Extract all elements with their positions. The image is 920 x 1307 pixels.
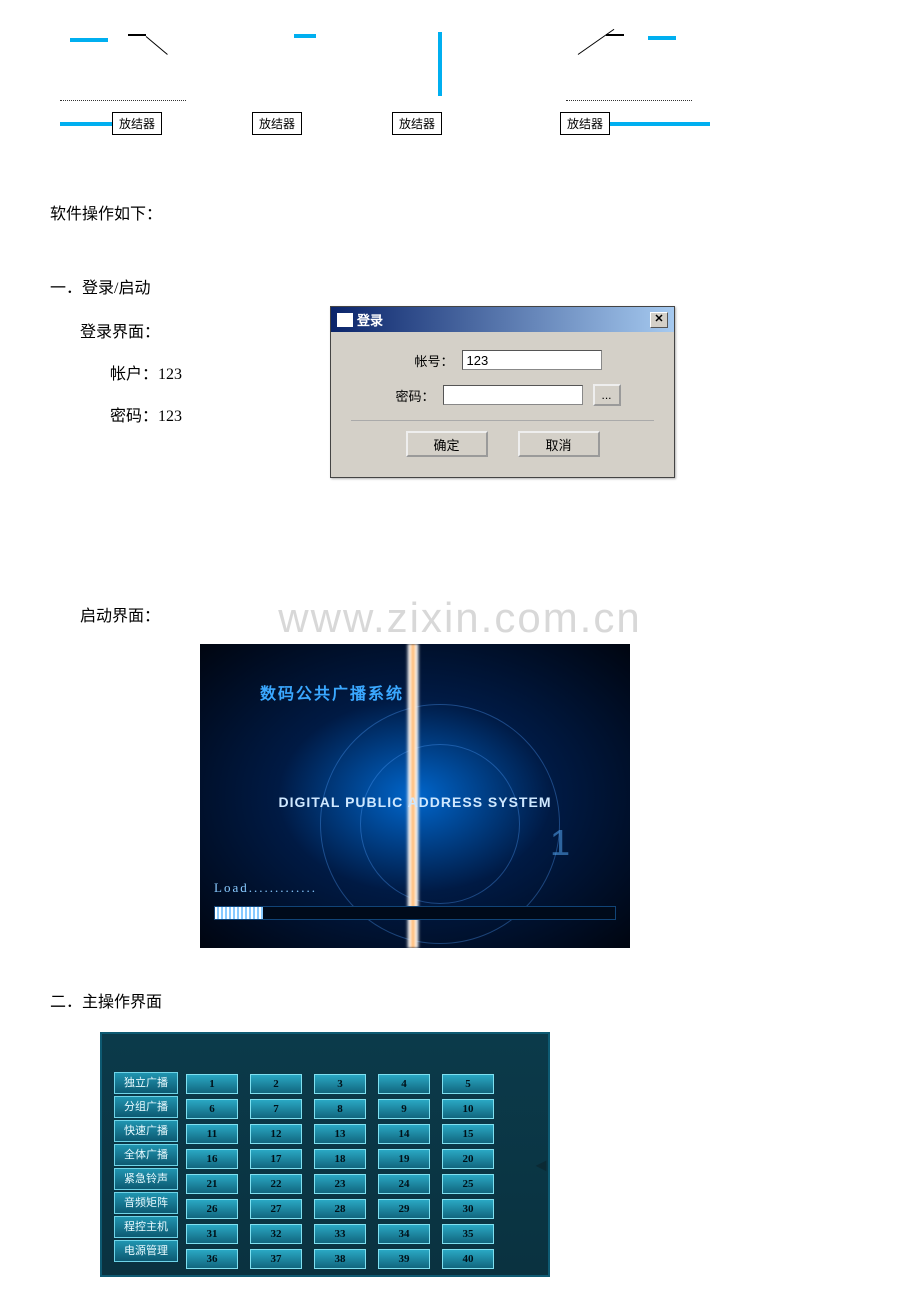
zone-button[interactable]: 9 xyxy=(378,1099,430,1119)
diagram-line xyxy=(606,34,624,36)
close-icon[interactable]: ✕ xyxy=(650,312,668,328)
zone-button[interactable]: 11 xyxy=(186,1124,238,1144)
collapse-arrow-icon[interactable]: ◄ xyxy=(532,1155,550,1176)
zone-button[interactable]: 4 xyxy=(378,1074,430,1094)
account-input[interactable] xyxy=(462,350,602,370)
section2-title: 二．主操作界面 xyxy=(50,988,870,1012)
zone-button[interactable]: 14 xyxy=(378,1124,430,1144)
side-menu-button[interactable]: 紧急铃声 xyxy=(114,1168,178,1190)
zone-button[interactable]: 38 xyxy=(314,1249,366,1269)
zone-button[interactable]: 13 xyxy=(314,1124,366,1144)
splash-title-cn: 数码公共广播系统 xyxy=(260,680,404,704)
password-label: 密码： xyxy=(385,386,435,405)
diagram-dots xyxy=(566,100,692,101)
zone-button[interactable]: 10 xyxy=(442,1099,494,1119)
progress-bar-fill xyxy=(215,907,263,919)
zone-button[interactable]: 23 xyxy=(314,1174,366,1194)
diagram-line xyxy=(70,38,108,42)
password-input[interactable] xyxy=(443,385,583,405)
progress-bar xyxy=(214,906,616,920)
splash-ring xyxy=(360,744,520,904)
intro-text: 软件操作如下： xyxy=(50,200,870,224)
diagram-line xyxy=(648,36,676,40)
zone-button[interactable]: 37 xyxy=(250,1249,302,1269)
main-app-window: 独立广播分组广播快速广播全体广播紧急铃声音频矩阵程控主机电源管理 1234567… xyxy=(100,1032,550,1277)
zone-button[interactable]: 25 xyxy=(442,1174,494,1194)
zone-button[interactable]: 36 xyxy=(186,1249,238,1269)
zone-button[interactable]: 22 xyxy=(250,1174,302,1194)
ellipsis-button[interactable]: ... xyxy=(593,384,621,406)
zone-button[interactable]: 1 xyxy=(186,1074,238,1094)
zone-button[interactable]: 27 xyxy=(250,1199,302,1219)
zone-button[interactable]: 24 xyxy=(378,1174,430,1194)
splash-number: 1 xyxy=(550,822,570,864)
zone-button[interactable]: 20 xyxy=(442,1149,494,1169)
zone-button[interactable]: 35 xyxy=(442,1224,494,1244)
splash-loading-text: Load............. xyxy=(214,880,317,896)
side-menu-button[interactable]: 独立广播 xyxy=(114,1072,178,1094)
side-menu-button[interactable]: 音频矩阵 xyxy=(114,1192,178,1214)
zone-button[interactable]: 33 xyxy=(314,1224,366,1244)
side-menu-button[interactable]: 程控主机 xyxy=(114,1216,178,1238)
account-label: 帐号： xyxy=(404,351,454,370)
diagram-line xyxy=(146,36,168,55)
zone-button[interactable]: 28 xyxy=(314,1199,366,1219)
zone-button[interactable]: 6 xyxy=(186,1099,238,1119)
diagram-dots xyxy=(60,100,186,101)
zone-button[interactable]: 29 xyxy=(378,1199,430,1219)
ok-button[interactable]: 确定 xyxy=(406,431,488,457)
diagram-line xyxy=(128,34,146,36)
number-grid: 1234567891011121314151617181920212223242… xyxy=(186,1072,494,1269)
zone-button[interactable]: 17 xyxy=(250,1149,302,1169)
zone-button[interactable]: 39 xyxy=(378,1249,430,1269)
zone-button[interactable]: 30 xyxy=(442,1199,494,1219)
dialog-title: 登录 xyxy=(357,310,383,329)
zone-button[interactable]: 34 xyxy=(378,1224,430,1244)
side-menu-button[interactable]: 全体广播 xyxy=(114,1144,178,1166)
side-menu: 独立广播分组广播快速广播全体广播紧急铃声音频矩阵程控主机电源管理 xyxy=(114,1072,178,1269)
zone-button[interactable]: 18 xyxy=(314,1149,366,1169)
zone-button[interactable]: 2 xyxy=(250,1074,302,1094)
side-menu-button[interactable]: 电源管理 xyxy=(114,1240,178,1262)
app-icon xyxy=(337,313,353,327)
diagram-box: 放结器 xyxy=(560,112,610,135)
diagram-line xyxy=(60,122,120,126)
diagram-line xyxy=(600,122,710,126)
zone-button[interactable]: 31 xyxy=(186,1224,238,1244)
splash-title-en: DIGITAL PUBLIC ADDRESS SYSTEM xyxy=(200,794,630,810)
zone-button[interactable]: 16 xyxy=(186,1149,238,1169)
zone-button[interactable]: 32 xyxy=(250,1224,302,1244)
splash-screen: 数码公共广播系统 DIGITAL PUBLIC ADDRESS SYSTEM 1… xyxy=(200,644,630,948)
titlebar: 登录 ✕ xyxy=(331,307,674,332)
top-diagram: 放结器 放结器 放结器 放结器 xyxy=(50,30,870,140)
password-text-value: 123 xyxy=(158,408,182,425)
account-text-label: 帐户： xyxy=(110,366,158,383)
zone-button[interactable]: 40 xyxy=(442,1249,494,1269)
diagram-box: 放结器 xyxy=(392,112,442,135)
diagram-line xyxy=(578,29,615,55)
diagram-box: 放结器 xyxy=(112,112,162,135)
zone-button[interactable]: 21 xyxy=(186,1174,238,1194)
zone-button[interactable]: 8 xyxy=(314,1099,366,1119)
zone-button[interactable]: 19 xyxy=(378,1149,430,1169)
zone-button[interactable]: 7 xyxy=(250,1099,302,1119)
section1-title: 一．登录/启动 xyxy=(50,274,870,298)
diagram-line xyxy=(438,32,442,96)
diagram-box: 放结器 xyxy=(252,112,302,135)
zone-button[interactable]: 5 xyxy=(442,1074,494,1094)
password-text-label: 密码： xyxy=(110,408,158,425)
side-menu-button[interactable]: 分组广播 xyxy=(114,1096,178,1118)
cancel-button[interactable]: 取消 xyxy=(518,431,600,457)
diagram-line xyxy=(294,34,316,38)
account-text-value: 123 xyxy=(158,366,182,383)
zone-button[interactable]: 26 xyxy=(186,1199,238,1219)
login-dialog: 登录 ✕ 帐号： 密码： ... 确定 取消 xyxy=(330,306,675,478)
zone-button[interactable]: 3 xyxy=(314,1074,366,1094)
side-menu-button[interactable]: 快速广播 xyxy=(114,1120,178,1142)
zone-button[interactable]: 15 xyxy=(442,1124,494,1144)
zone-button[interactable]: 12 xyxy=(250,1124,302,1144)
